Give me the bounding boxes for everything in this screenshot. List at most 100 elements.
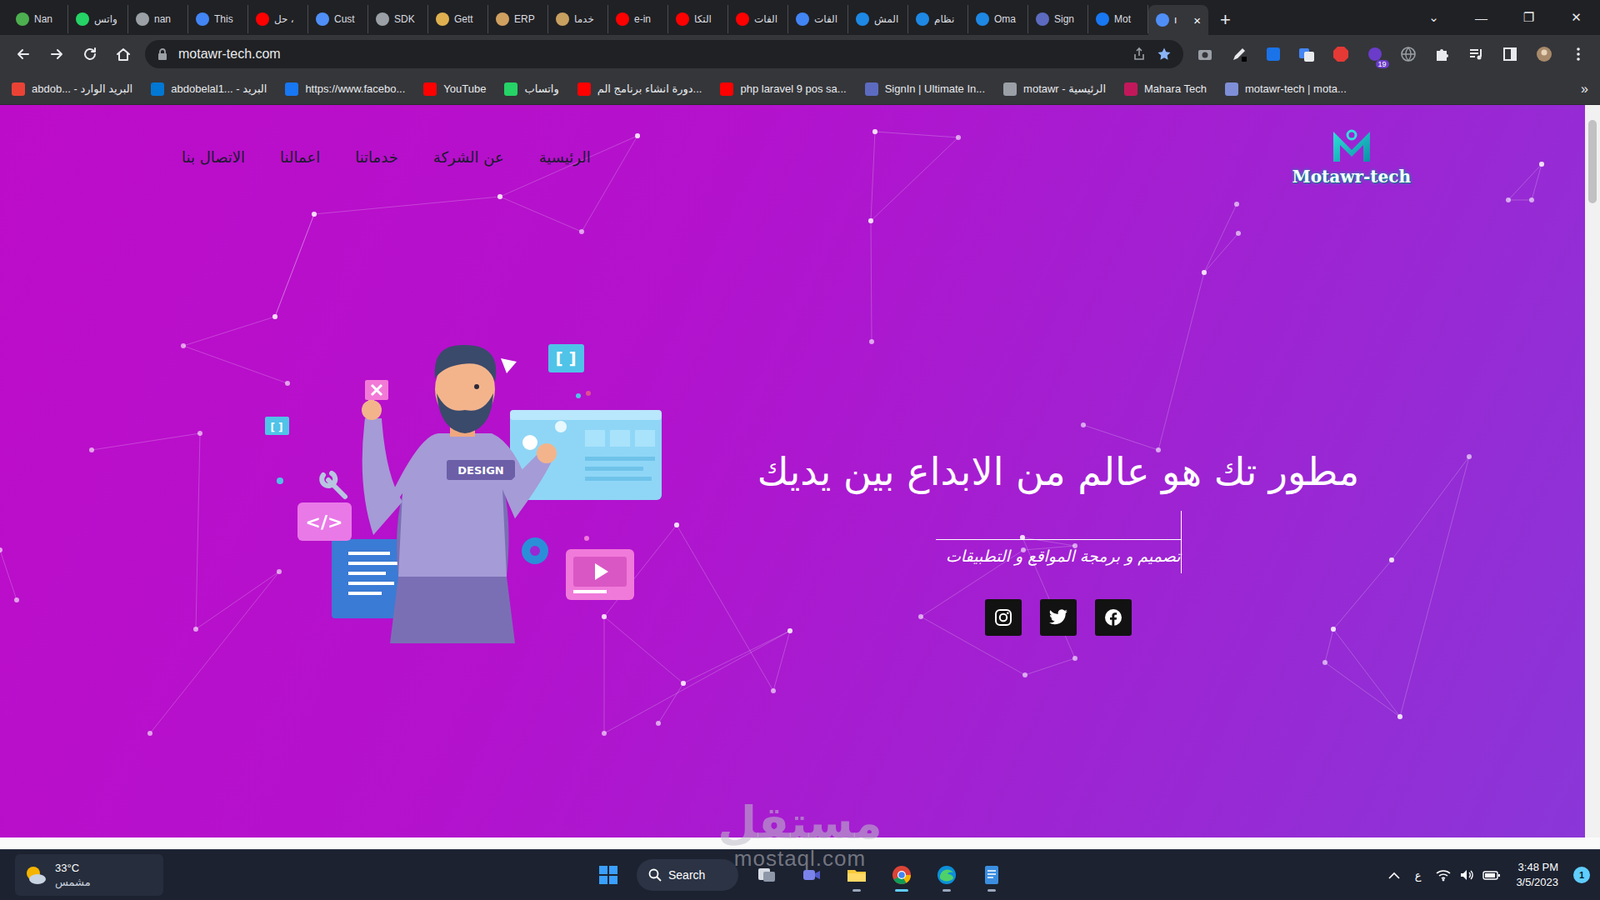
- clock[interactable]: 3:48 PM3/5/2023: [1515, 860, 1559, 890]
- nav-link[interactable]: الرئيسية: [539, 148, 591, 166]
- browser-tab[interactable]: Gett: [428, 5, 489, 34]
- search-box[interactable]: Search: [636, 859, 739, 891]
- watermark-latin: mostaql.com: [734, 846, 866, 870]
- bookmark[interactable]: واتساب: [504, 82, 559, 96]
- nav-link[interactable]: عن الشركة: [433, 148, 505, 166]
- twitter-button[interactable]: [1040, 599, 1077, 636]
- browser-tab[interactable]: Sign: [1028, 5, 1089, 34]
- pen-extension[interactable]: [1230, 45, 1249, 64]
- tab-label: Oma: [994, 13, 1016, 25]
- nav-link[interactable]: الاتصال بنا: [181, 148, 245, 166]
- bookmark[interactable]: motawr - الرئيسية: [1003, 82, 1106, 96]
- translate-extension[interactable]: [1297, 45, 1316, 64]
- browser-tab[interactable]: المش: [848, 5, 909, 34]
- menu-extension[interactable]: [1569, 45, 1588, 64]
- bookmark[interactable]: php laravel 9 pos sa...: [720, 82, 846, 96]
- browser-tab[interactable]: Cust: [308, 5, 369, 34]
- tab-label: Mot: [1114, 13, 1131, 25]
- forward-button[interactable]: [43, 40, 70, 68]
- site-logo[interactable]: Motawr-tech: [1292, 126, 1411, 187]
- browser-tab[interactable]: SDK: [368, 5, 429, 34]
- browser-tab[interactable]: ı×: [1148, 5, 1209, 35]
- purple-extension[interactable]: 19: [1365, 45, 1385, 64]
- edge-button[interactable]: [930, 858, 964, 892]
- profile-extension[interactable]: [1535, 45, 1554, 64]
- sidebar-extension[interactable]: [1500, 45, 1520, 64]
- sidebar-icon: [1501, 45, 1519, 63]
- bookmark[interactable]: abdob... - البريد الوارد: [11, 82, 133, 96]
- bookmark[interactable]: motawr-tech | mota...: [1225, 82, 1347, 96]
- browser-tab[interactable]: الفات: [788, 5, 849, 34]
- browser-tab[interactable]: خدما: [548, 5, 609, 34]
- browser-tab[interactable]: ERP: [488, 5, 549, 34]
- teams-chat-button[interactable]: [795, 858, 829, 892]
- bookmark[interactable]: SignIn | Ultimate In...: [865, 82, 985, 96]
- back-icon: [15, 45, 32, 63]
- bookmark[interactable]: دورة انشاء برنامج الم...: [577, 82, 703, 96]
- illustration: DESIGN</>[ ][ ]: [265, 326, 664, 644]
- search-label: Search: [668, 868, 705, 882]
- reload-button[interactable]: [76, 40, 104, 68]
- bookmark-label: abdobelal1... - البريد: [170, 82, 267, 95]
- file-explorer-button[interactable]: [840, 858, 874, 892]
- bookmark-label: abdob... - البريد الوارد: [31, 82, 133, 95]
- bookmark-favicon-icon: [504, 82, 518, 96]
- browser-tab[interactable]: حل ،: [248, 5, 309, 34]
- logo-text: Motawr-tech: [1292, 166, 1411, 187]
- developer-illustration: DESIGN</>[ ][ ]: [265, 326, 664, 644]
- bookmark[interactable]: Mahara Tech: [1124, 82, 1207, 96]
- taskbar-left: 33°Cمشمس: [0, 854, 592, 896]
- input-language[interactable]: ع: [1415, 869, 1422, 882]
- window-control-button[interactable]: ❐: [1505, 0, 1553, 35]
- tray-status[interactable]: [1435, 868, 1501, 882]
- browser-tab[interactable]: nan: [128, 5, 189, 34]
- browser-tab[interactable]: e-in: [608, 5, 669, 34]
- bookmark[interactable]: https://www.facebo...: [285, 82, 405, 96]
- scrollbar-thumb[interactable]: [1588, 120, 1597, 204]
- extensions: 19: [1183, 45, 1600, 64]
- browser-tab[interactable]: الفات: [728, 5, 789, 34]
- bookmark[interactable]: abdobelal1... - البريد: [150, 82, 267, 96]
- bookmark[interactable]: YouTube: [423, 82, 486, 96]
- browser-tab[interactable]: Nan: [8, 5, 69, 34]
- camera-extension[interactable]: [1195, 45, 1215, 64]
- notepad-button[interactable]: [975, 858, 1009, 892]
- browser-tab[interactable]: التكا: [668, 5, 729, 34]
- back-button[interactable]: [10, 40, 37, 68]
- window-control-button[interactable]: —: [1457, 0, 1505, 35]
- task-view-button[interactable]: [750, 858, 784, 892]
- page-scrollbar[interactable]: [1585, 105, 1600, 838]
- tab-label: واتس: [94, 13, 118, 25]
- nav-link[interactable]: اعمالنا: [280, 148, 320, 166]
- media-extension[interactable]: [1467, 45, 1486, 64]
- bookmark-favicon-icon: [865, 82, 879, 96]
- weather-widget[interactable]: 33°Cمشمس: [15, 854, 164, 896]
- tab-label: SDK: [394, 13, 415, 25]
- browser-tab[interactable]: Oma: [968, 5, 1029, 34]
- window-control-button[interactable]: ✕: [1552, 0, 1600, 35]
- nav-link[interactable]: خدماتنا: [355, 148, 399, 166]
- browser-tab[interactable]: نظام: [908, 5, 969, 34]
- notification-badge[interactable]: 1: [1573, 866, 1590, 884]
- new-tab-button[interactable]: +: [1208, 5, 1243, 35]
- fi-icon: [1265, 45, 1282, 63]
- fi-extension[interactable]: [1264, 45, 1283, 64]
- window-control-button[interactable]: ⌄: [1410, 0, 1458, 35]
- adblock-extension[interactable]: [1331, 45, 1350, 64]
- media-icon: [1468, 45, 1485, 63]
- instagram-button[interactable]: [985, 599, 1022, 636]
- home-button[interactable]: [110, 40, 137, 68]
- address-bar[interactable]: motawr-tech.com: [145, 40, 1184, 69]
- bookmark-favicon-icon: [1003, 82, 1017, 96]
- globe-extension[interactable]: [1399, 45, 1418, 64]
- puzzle-extension[interactable]: [1433, 45, 1452, 64]
- tab-close-button[interactable]: ×: [1193, 13, 1201, 28]
- browser-tab[interactable]: This: [188, 5, 249, 34]
- browser-tab[interactable]: Mot: [1088, 5, 1149, 34]
- start-button[interactable]: [591, 858, 625, 892]
- chrome-button[interactable]: [885, 858, 919, 892]
- battery-icon: [1482, 868, 1501, 882]
- bookmarks-more-button[interactable]: »: [1580, 81, 1589, 97]
- facebook-button[interactable]: [1095, 599, 1132, 636]
- browser-tab[interactable]: واتس: [68, 5, 129, 34]
